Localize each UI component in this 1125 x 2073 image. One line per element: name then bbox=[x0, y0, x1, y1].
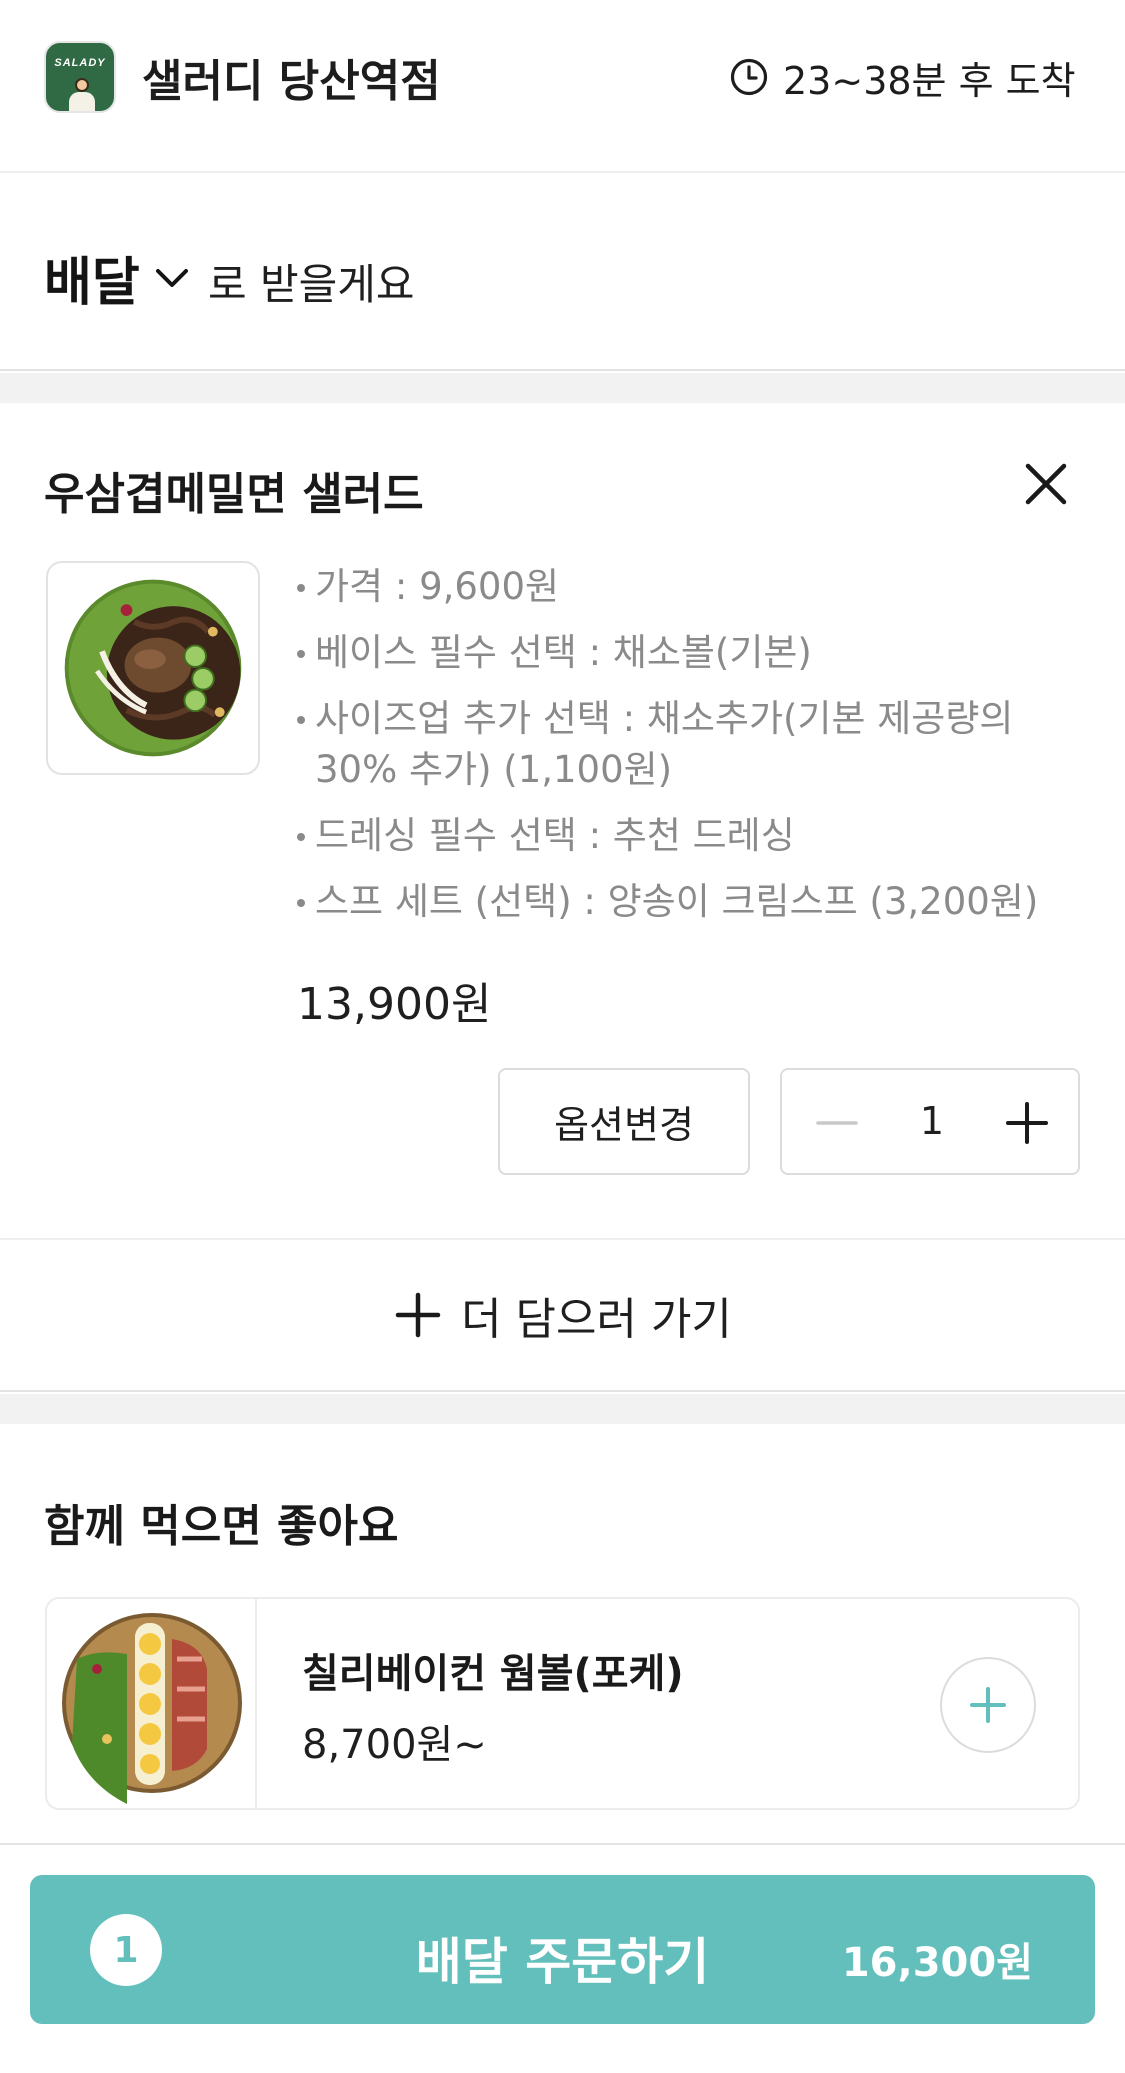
clock-icon bbox=[730, 58, 768, 96]
recommend-item-price: 8,700원~ bbox=[302, 1722, 487, 1768]
recommend-item-card[interactable]: 칠리베이컨 웜볼(포케) 8,700원~ bbox=[45, 1597, 1080, 1810]
delivery-eta: 23~38분 후 도착 bbox=[729, 52, 1076, 103]
bottom-divider bbox=[0, 1843, 1125, 1845]
option-line: 가격 : 9,600원 bbox=[295, 561, 1095, 612]
change-option-button[interactable]: 옵션변경 bbox=[498, 1068, 750, 1175]
close-icon bbox=[1025, 463, 1067, 505]
minus-icon bbox=[816, 1121, 858, 1125]
option-line: 사이즈업 추가 선택 : 채소추가(기본 제공량의 30% 추가) (1,100… bbox=[295, 693, 1095, 795]
logo-figure-head bbox=[75, 78, 89, 92]
cart-item: 우삼겹메밀면 샐러드 가격: 9,600원 베이스 필수 선택: 채소볼(기… bbox=[0, 403, 1125, 1238]
cart-item-price: 13,900원 bbox=[297, 979, 492, 1030]
add-more-label: 더 담으러 가기 bbox=[461, 1294, 732, 1345]
cart-page: SALADY 샐러디 당산역점 23~38분 후 도착 배달 로 받을게요 우삼… bbox=[0, 0, 1125, 2073]
plus-icon bbox=[1006, 1102, 1048, 1144]
plus-icon bbox=[970, 1687, 1006, 1723]
chevron-down-icon bbox=[155, 268, 188, 287]
section-divider bbox=[0, 1394, 1125, 1424]
recommend-add-button[interactable] bbox=[940, 1657, 1036, 1753]
plus-icon bbox=[395, 1292, 441, 1338]
recommend-title: 함께 먹으면 좋아요 bbox=[44, 1501, 399, 1552]
quantity-increase-button[interactable] bbox=[1002, 1098, 1052, 1148]
delivery-mode-row: 배달 로 받을게요 bbox=[0, 175, 1125, 371]
quantity-stepper[interactable]: 1 bbox=[780, 1068, 1080, 1175]
option-line: 스프 세트 (선택) : 양송이 크림스프 (3,200원) bbox=[295, 876, 1095, 927]
delivery-mode-suffix: 로 받을게요 bbox=[208, 260, 415, 309]
option-line: 베이스 필수 선택 : 채소볼(기본) bbox=[295, 627, 1095, 678]
salad-bowl-image bbox=[64, 579, 242, 757]
add-more-button[interactable]: 더 담으러 가기 bbox=[0, 1238, 1125, 1392]
remove-item-button[interactable] bbox=[1020, 458, 1072, 510]
eta-text: 23~38분 후 도착 bbox=[783, 58, 1076, 103]
store-name: 샐러디 당산역점 bbox=[142, 56, 441, 107]
cart-item-options: 가격 : 9,600원 베이스 필수 선택 : 채소볼(기본) 사이즈업 추가 … bbox=[295, 561, 1095, 942]
quantity-value: 1 bbox=[919, 1099, 945, 1143]
recommend-item-name: 칠리베이컨 웜볼(포케) bbox=[302, 1651, 684, 1697]
poke-bowl-image bbox=[62, 1613, 242, 1804]
recommend-item-image bbox=[47, 1599, 257, 1808]
store-header: SALADY 샐러디 당산역점 23~38분 후 도착 bbox=[0, 0, 1125, 173]
cart-item-name: 우삼겹메밀면 샐러드 bbox=[44, 469, 424, 520]
order-button[interactable]: 1 배달 주문하기 16,300원 bbox=[30, 1875, 1095, 2024]
logo-figure-body bbox=[69, 92, 95, 111]
order-total-price: 16,300원 bbox=[841, 1940, 1033, 1986]
delivery-mode-dropdown[interactable]: 배달 bbox=[44, 240, 192, 315]
logo-wordmark: SALADY bbox=[54, 57, 106, 69]
section-divider bbox=[0, 373, 1125, 403]
option-line: 드레싱 필수 선택 : 추천 드레싱 bbox=[295, 810, 1095, 861]
delivery-mode-value: 배달 bbox=[44, 253, 140, 313]
store-logo: SALADY bbox=[44, 41, 116, 113]
quantity-decrease-button[interactable] bbox=[812, 1098, 862, 1148]
cart-item-image bbox=[46, 561, 260, 775]
